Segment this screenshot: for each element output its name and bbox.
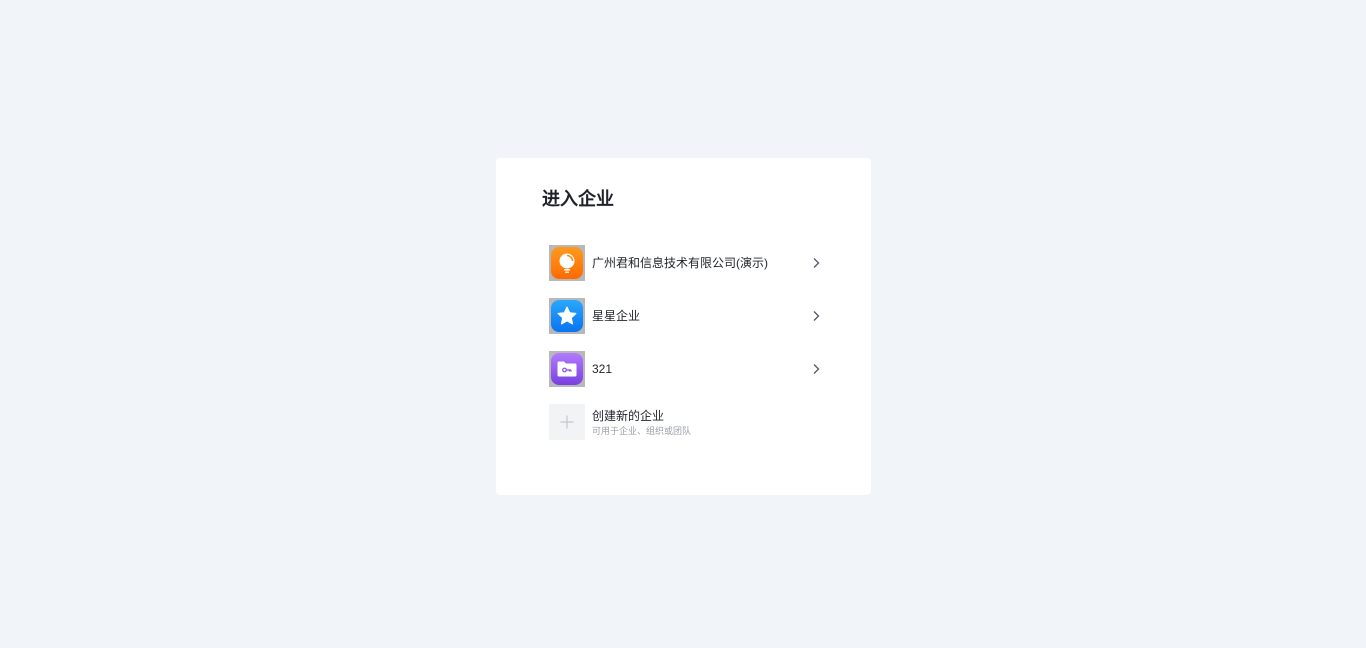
org-item-3[interactable]: 321	[549, 351, 824, 387]
organization-list: 广州君和信息技术有限公司(演示) 星星企业 321 创建新的企业 可用于企业、组…	[549, 245, 824, 440]
create-enterprise-button[interactable]: 创建新的企业 可用于企业、组织或团队	[549, 404, 824, 440]
org-item-1[interactable]: 广州君和信息技术有限公司(演示)	[549, 245, 824, 281]
star-icon	[551, 300, 583, 332]
create-subtitle: 可用于企业、组织或团队	[592, 425, 692, 436]
org-name: 321	[592, 362, 613, 376]
org-logo	[549, 351, 585, 387]
create-text: 创建新的企业 可用于企业、组织或团队	[592, 408, 691, 437]
chevron-right-icon	[808, 361, 824, 377]
org-item-2[interactable]: 星星企业	[549, 298, 824, 334]
plus-icon	[549, 404, 585, 440]
org-name: 广州君和信息技术有限公司(演示)	[592, 256, 768, 270]
create-title: 创建新的企业	[592, 408, 665, 423]
chevron-right-icon	[808, 255, 824, 271]
chevron-right-icon	[808, 308, 824, 324]
key-folder-icon	[551, 353, 583, 385]
lightbulb-icon	[551, 247, 583, 279]
org-logo	[549, 298, 585, 334]
page-title: 进入企业	[542, 189, 614, 209]
org-logo	[549, 245, 585, 281]
org-name: 星星企业	[592, 309, 641, 323]
enter-enterprise-card: 进入企业 广州君和信息技术有限公司(演示) 星星企业 321 创建新的企业 可用…	[496, 158, 871, 495]
